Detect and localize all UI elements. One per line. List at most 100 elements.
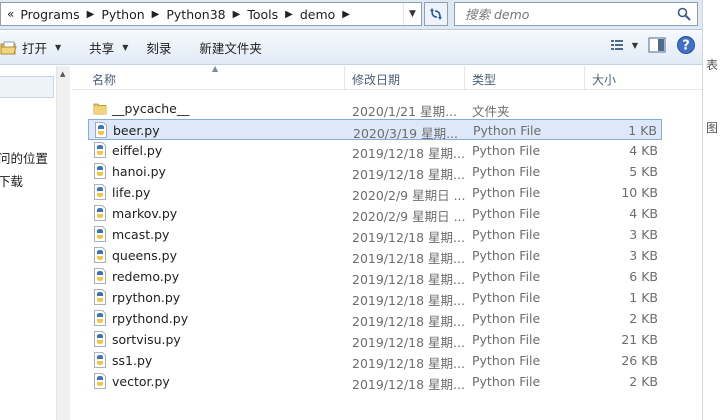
nav-item-downloads[interactable]: 下载: [0, 171, 23, 190]
file-name: __pycache__: [112, 101, 190, 116]
nav-item-recent-places[interactable]: 问的位置: [0, 148, 48, 167]
file-row[interactable]: life.py 2020/2/9 星期日 ... Python File 10 KB: [88, 182, 662, 203]
edge-label: 表: [706, 58, 719, 72]
preview-pane-button[interactable]: [648, 37, 666, 53]
file-size: 3 KB: [629, 248, 658, 263]
open-label: 打开: [22, 41, 48, 56]
column-divider[interactable]: [464, 66, 465, 90]
breadcrumb-separator-icon[interactable]: ▶: [82, 9, 100, 20]
file-row[interactable]: vector.py 2019/12/18 星期... Python File 2 KB: [88, 371, 662, 392]
file-date: 2019/12/18 星期...: [352, 251, 465, 266]
nav-scrollbar[interactable]: ▲: [56, 66, 70, 420]
file-date: 2019/12/18 星期...: [352, 377, 465, 392]
file-list: ▲ 名称 修改日期 类型 大小 __pycache__ 2020/1/21 星期.…: [72, 64, 702, 420]
file-type: Python File: [472, 248, 541, 263]
sort-ascending-icon: ▲: [212, 64, 219, 73]
breadcrumb-python[interactable]: Python: [99, 7, 146, 22]
file-type: Python File: [472, 185, 541, 200]
file-size: 6 KB: [629, 269, 658, 284]
help-button[interactable]: ?: [676, 35, 696, 55]
file-row[interactable]: ss1.py 2019/12/18 星期... Python File 26 KB: [88, 350, 662, 371]
file-row[interactable]: rpython.py 2019/12/18 星期... Python File 1 K…: [88, 287, 662, 308]
file-date: 2020/2/9 星期日 ...: [352, 188, 466, 203]
breadcrumb-separator-icon[interactable]: ▶: [228, 9, 246, 20]
file-size: 1 KB: [629, 290, 658, 305]
navigation-pane: 问的位置 下载 ▲: [0, 66, 70, 420]
share-label: 共享: [89, 41, 115, 56]
python-file-icon: [94, 163, 106, 179]
search-input[interactable]: [465, 6, 665, 22]
file-name: life.py: [112, 185, 151, 200]
breadcrumb-python38[interactable]: Python38: [164, 7, 227, 22]
breadcrumb-demo[interactable]: demo: [298, 7, 337, 22]
column-header-name[interactable]: 名称: [92, 71, 116, 88]
file-row[interactable]: redemo.py 2019/12/18 星期... Python File 6 KB: [88, 266, 662, 287]
python-file-icon: [95, 122, 107, 138]
column-header-date[interactable]: 修改日期: [352, 71, 400, 88]
file-type: Python File: [472, 374, 541, 389]
column-header-type[interactable]: 类型: [472, 71, 496, 88]
file-name: ss1.py: [112, 353, 153, 368]
file-row[interactable]: mcast.py 2019/12/18 星期... Python File 3 KB: [88, 224, 662, 245]
file-row[interactable]: markov.py 2020/2/9 星期日 ... Python File 4 KB: [88, 203, 662, 224]
chevron-down-icon: ▼: [631, 40, 638, 50]
burn-button[interactable]: 刻录: [138, 35, 179, 61]
search-box[interactable]: [454, 2, 698, 26]
column-divider[interactable]: [344, 66, 345, 90]
view-list-icon: [610, 40, 623, 50]
address-bar[interactable]: « Programs ▶ Python ▶ Python38 ▶ Tools ▶…: [0, 2, 422, 26]
file-row[interactable]: queens.py 2019/12/18 星期... Python File 3 KB: [88, 245, 662, 266]
file-type: Python File: [472, 332, 541, 347]
address-dropdown-icon[interactable]: ▼: [403, 3, 421, 25]
file-date: 2019/12/18 星期...: [352, 272, 465, 287]
python-file-icon: [94, 373, 106, 389]
share-button[interactable]: 共享 ▼: [81, 35, 136, 61]
file-row[interactable]: sortvisu.py 2019/12/18 星期... Python File 21…: [88, 329, 662, 350]
breadcrumb-separator-icon[interactable]: ▶: [280, 9, 298, 20]
file-row[interactable]: eiffel.py 2019/12/18 星期... Python File 4 KB: [88, 140, 662, 161]
command-bar: 打开 ▼ 共享 ▼ 刻录 新建文件夹 ▼ ?: [0, 31, 702, 65]
breadcrumb-programs[interactable]: Programs: [18, 7, 81, 22]
file-name: mcast.py: [112, 227, 170, 242]
python-file-icon: [94, 184, 106, 200]
python-file-icon: [94, 142, 106, 158]
breadcrumb-separator-icon[interactable]: ▶: [337, 9, 355, 20]
column-divider[interactable]: [584, 66, 585, 90]
edge-label: 图: [706, 121, 719, 135]
refresh-icon: [430, 8, 442, 20]
open-button[interactable]: 打开 ▼: [0, 35, 69, 61]
file-name: sortvisu.py: [112, 332, 181, 347]
column-header-size[interactable]: 大小: [592, 71, 616, 88]
search-icon[interactable]: [677, 7, 691, 21]
file-row[interactable]: __pycache__ 2020/1/21 星期... 文件夹: [88, 98, 662, 119]
file-name: queens.py: [112, 248, 177, 263]
file-type: Python File: [472, 290, 541, 305]
file-type: Python File: [472, 269, 541, 284]
file-date: 2019/12/18 星期...: [352, 314, 465, 329]
view-options-button[interactable]: ▼: [610, 38, 638, 52]
file-name: markov.py: [112, 206, 178, 221]
file-size: 3 KB: [629, 227, 658, 242]
file-row[interactable]: rpythond.py 2019/12/18 星期... Python File 2 …: [88, 308, 662, 329]
breadcrumb-tools[interactable]: Tools: [245, 7, 280, 22]
file-type: Python File: [472, 164, 541, 179]
scroll-up-icon[interactable]: ▲: [60, 70, 65, 78]
refresh-button[interactable]: [424, 2, 448, 26]
file-date: 2020/1/21 星期...: [352, 104, 457, 119]
breadcrumb-separator-icon[interactable]: ▶: [147, 9, 165, 20]
python-file-icon: [94, 352, 106, 368]
file-row[interactable]: beer.py 2020/3/19 星期... Python File 1 KB: [88, 119, 662, 141]
chevron-left-icon[interactable]: «: [5, 7, 18, 21]
python-file-icon: [94, 247, 106, 263]
file-size: 2 KB: [629, 374, 658, 389]
new-folder-button[interactable]: 新建文件夹: [191, 35, 270, 61]
file-size: 1 KB: [628, 123, 657, 138]
file-name: beer.py: [113, 123, 160, 138]
file-type: Python File: [472, 227, 541, 242]
nav-selected-item[interactable]: [0, 76, 54, 98]
file-name: eiffel.py: [112, 143, 163, 158]
file-row[interactable]: hanoi.py 2019/12/18 星期... Python File 5 KB: [88, 161, 662, 182]
toolbar-right-group: ▼ ?: [610, 35, 696, 55]
python-file-icon: [94, 226, 106, 242]
file-size: 4 KB: [629, 143, 658, 158]
